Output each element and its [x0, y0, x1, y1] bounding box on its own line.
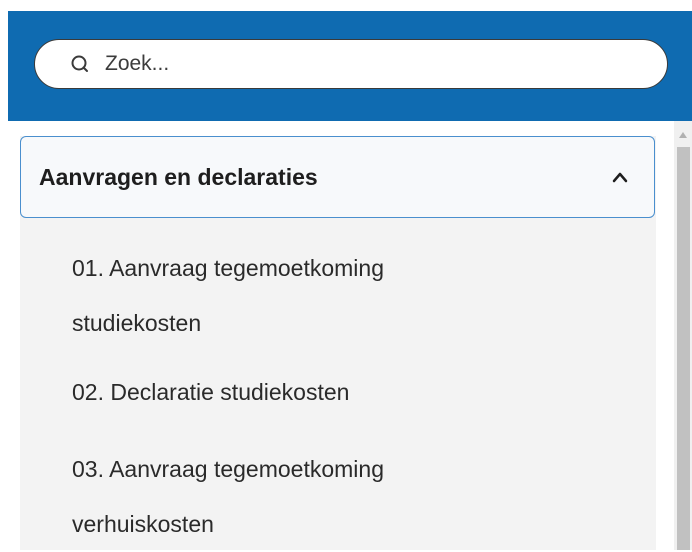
list-item-line: 03. Aanvraag tegemoetkoming — [72, 456, 384, 482]
search-header — [8, 11, 692, 121]
list-item-line: 01. Aanvraag tegemoetkoming — [72, 255, 384, 281]
search-box[interactable] — [34, 39, 668, 89]
chevron-up-icon[interactable] — [610, 167, 630, 187]
list-item-line: verhuiskosten — [72, 511, 214, 537]
list-item-aanvraag-studiekosten[interactable]: 01. Aanvraag tegemoetkoming studiekosten — [72, 241, 632, 351]
list-item-aanvraag-verhuiskosten[interactable]: 03. Aanvraag tegemoetkoming verhuiskoste… — [72, 442, 632, 552]
list-item-line: 02. Declaratie studiekosten — [72, 379, 350, 405]
list-item-line: studiekosten — [72, 310, 202, 336]
search-icon — [69, 53, 91, 75]
scroll-up-arrow-icon[interactable] — [674, 129, 692, 141]
list-item-declaratie-studiekosten[interactable]: 02. Declaratie studiekosten — [72, 365, 632, 420]
search-input[interactable] — [105, 52, 605, 76]
accordion-header[interactable]: Aanvragen en declaraties — [20, 136, 655, 218]
scrollbar-thumb[interactable] — [677, 147, 690, 550]
accordion-title: Aanvragen en declaraties — [39, 163, 318, 190]
scrollbar[interactable] — [674, 121, 692, 550]
